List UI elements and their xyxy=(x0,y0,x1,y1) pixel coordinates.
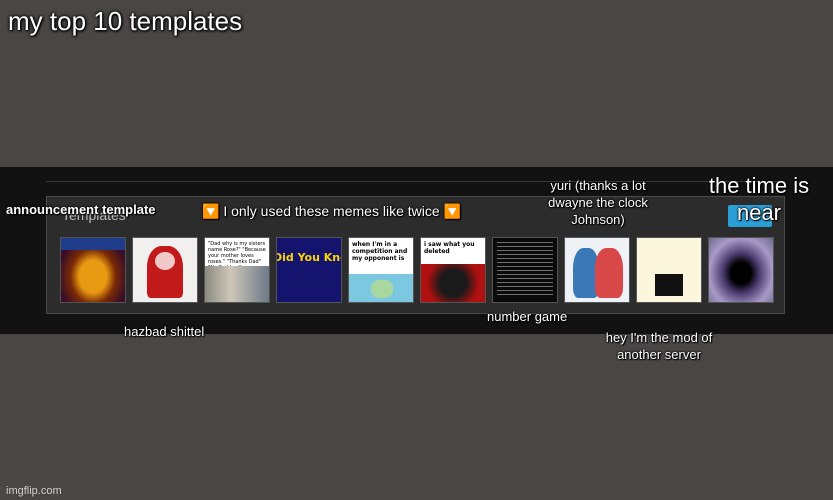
thumbnail-text-photo[interactable]: "Dad why is my sisters name Rose?" "Beca… xyxy=(204,237,270,303)
page-title: my top 10 templates xyxy=(8,6,243,36)
label-mod: hey I'm the mod of another server xyxy=(605,330,713,362)
label-used-twice: 🔽 I only used these memes like twice 🔽 xyxy=(202,203,461,219)
thumbnail-caption: Did You Know That xyxy=(277,251,341,264)
thumbnail-clock[interactable] xyxy=(636,237,702,303)
label-number-game: number game xyxy=(487,309,568,324)
divider xyxy=(46,181,785,182)
thumbnail-red-character[interactable] xyxy=(132,237,198,303)
thumbnail-caption: when I'm in a competition and my opponen… xyxy=(352,241,408,262)
thumbnail-i-saw-what-you-deleted[interactable]: i saw what you deleted xyxy=(420,237,486,303)
label-yuri: yuri (thanks a lot dwayne the clock John… xyxy=(548,178,648,227)
imgflip-watermark: imgflip.com xyxy=(6,485,62,497)
thumbnail-caption: i saw what you deleted xyxy=(424,241,475,255)
thumbnail-row: "Dad why is my sisters name Rose?" "Beca… xyxy=(60,237,774,303)
label-time-near: the time is near xyxy=(708,173,810,225)
thumbnail-corn[interactable] xyxy=(60,237,126,303)
thumbnail-competition[interactable]: when I'm in a competition and my opponen… xyxy=(348,237,414,303)
label-announcement-template: announcement template xyxy=(6,202,156,217)
thumbnail-number-game[interactable] xyxy=(492,237,558,303)
thumbnail-black-hole[interactable] xyxy=(708,237,774,303)
label-hazbad: hazbad shittel xyxy=(124,324,205,339)
thumbnail-did-you-know[interactable]: Did You Know That xyxy=(276,237,342,303)
thumbnail-yuri[interactable] xyxy=(564,237,630,303)
